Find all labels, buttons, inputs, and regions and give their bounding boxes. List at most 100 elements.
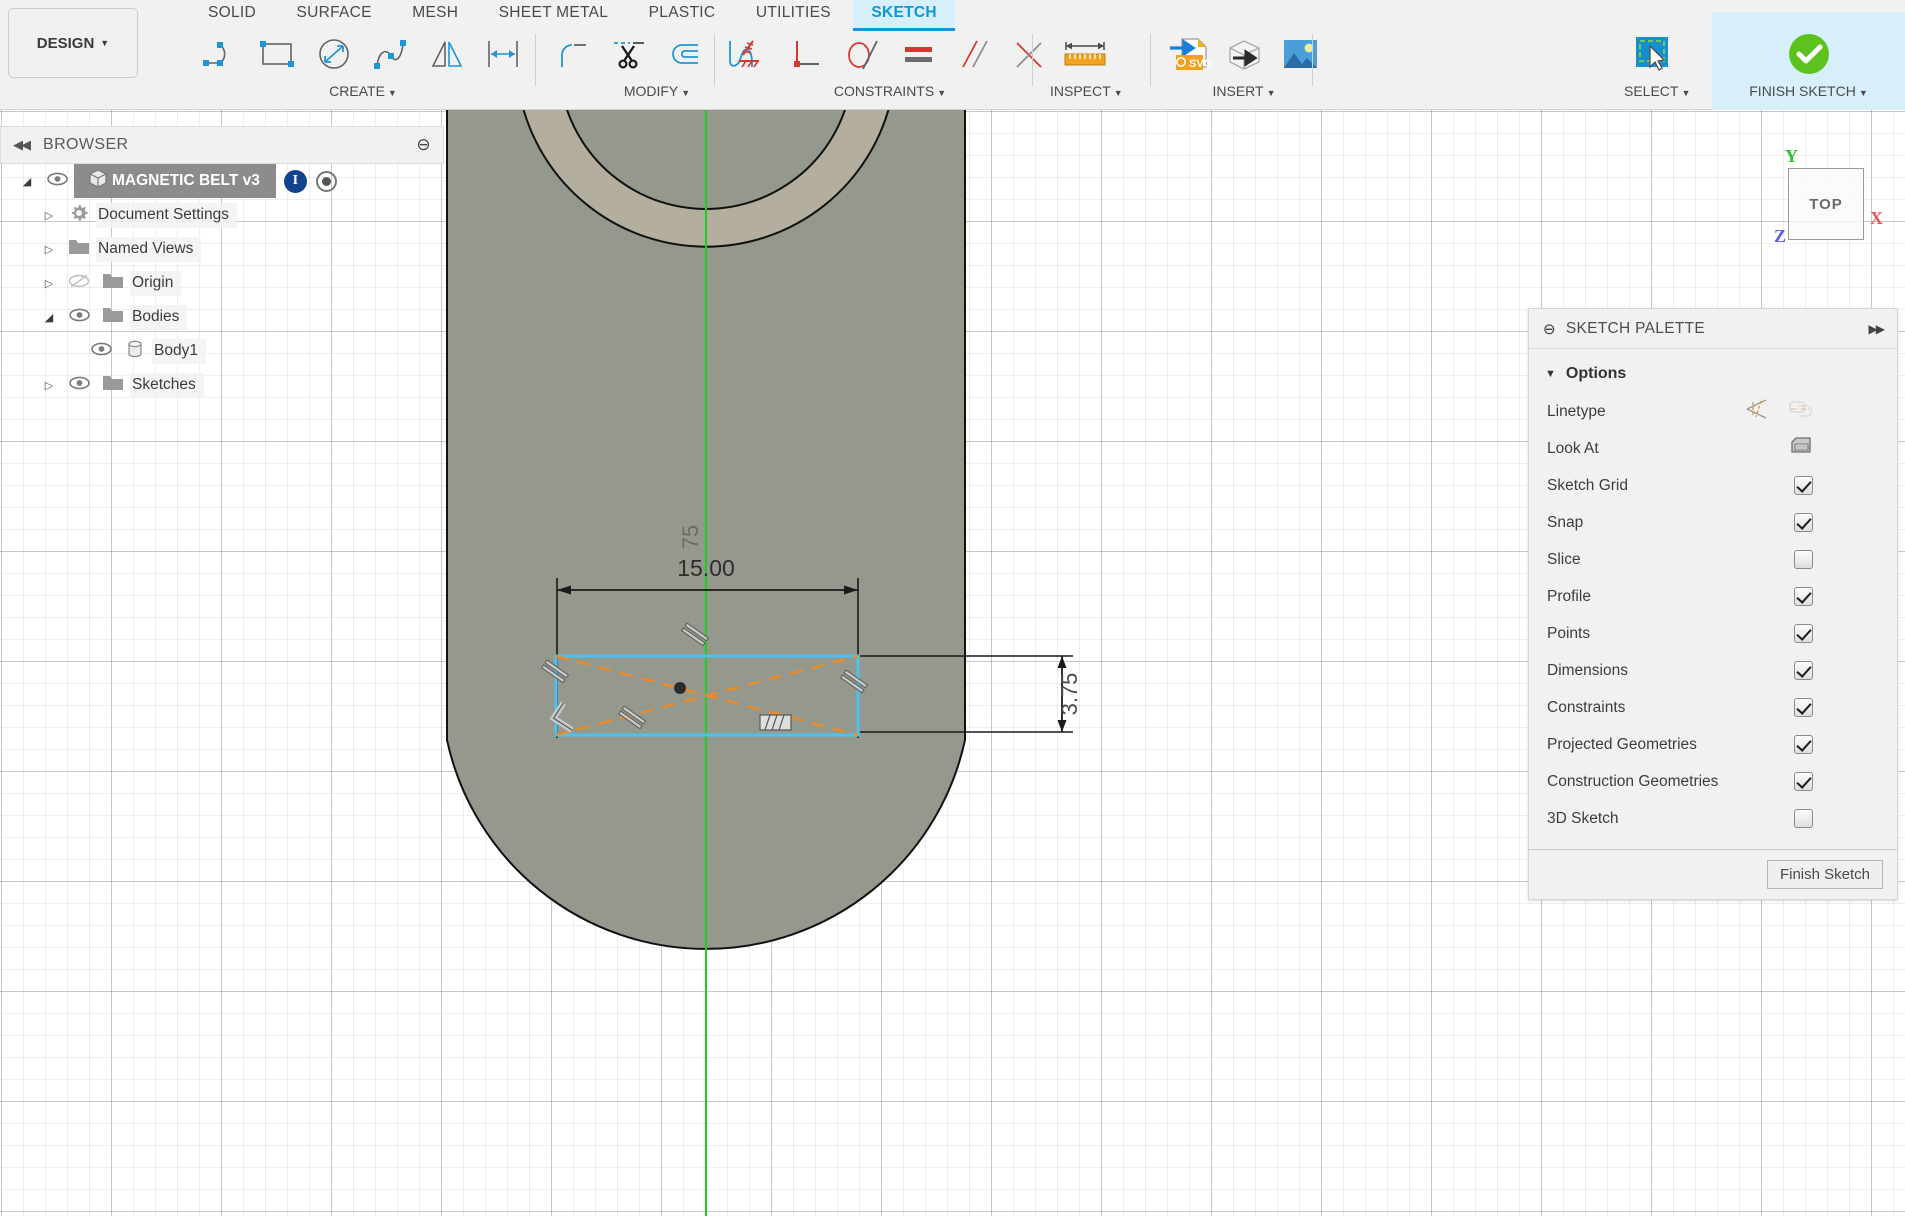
tree-node-sketches[interactable]: ▷ Sketches: [0, 368, 444, 402]
palette-row-points: Points: [1529, 615, 1897, 652]
circle-icon[interactable]: [307, 26, 363, 82]
toolbar-group-finish-sketch-label[interactable]: FINISH SKETCH ▼: [1712, 83, 1905, 99]
trim-icon[interactable]: [601, 26, 657, 82]
parallel-icon[interactable]: [946, 26, 1002, 82]
axis-label-y: Y: [1785, 146, 1798, 166]
tab-plastic[interactable]: PLASTIC: [631, 0, 734, 28]
expand-panel-icon[interactable]: ▶▶: [1869, 322, 1886, 336]
fusion360-window: DESIGN ▼ SOLID SURFACE MESH SHEET METAL …: [0, 0, 1905, 1216]
toolbar-group-insert-label[interactable]: INSERT ▼: [1160, 83, 1328, 99]
view-cube-top-face[interactable]: TOP: [1788, 168, 1864, 240]
tree-node-document-settings[interactable]: ▷ Document Settings: [0, 198, 444, 232]
body-icon: [118, 339, 152, 364]
sketch-palette-header: ⊖ SKETCH PALETTE ▶▶: [1529, 309, 1897, 349]
tree-node-bodies[interactable]: ◢ Bodies: [0, 300, 444, 334]
spline-icon[interactable]: [363, 26, 419, 82]
measure-icon[interactable]: [1050, 26, 1120, 82]
toolbar-group-finish-sketch[interactable]: FINISH SKETCH ▼: [1712, 12, 1905, 110]
equal-icon[interactable]: [890, 26, 946, 82]
expand-arrow-icon[interactable]: ▷: [36, 277, 62, 290]
dimensions-checkbox[interactable]: [1794, 661, 1813, 680]
fix-unfix-icon[interactable]: [722, 26, 778, 82]
tree-node-named-views[interactable]: ▷ Named Views: [0, 232, 444, 266]
toolbar-group-select-label[interactable]: SELECT ▼: [1624, 83, 1690, 99]
rectangle-icon[interactable]: [251, 26, 307, 82]
toolbar-divider: [714, 34, 715, 86]
line-icon[interactable]: [195, 26, 251, 82]
insert-svg-icon[interactable]: SVG: [1160, 26, 1216, 82]
toolbar-group-create-label[interactable]: CREATE ▼: [195, 83, 531, 99]
profile-checkbox[interactable]: [1794, 587, 1813, 606]
activate-component-radio[interactable]: [315, 170, 337, 192]
expand-arrow-icon[interactable]: ◢: [36, 311, 62, 324]
visibility-eye-icon[interactable]: [62, 308, 96, 327]
visibility-eye-icon[interactable]: [62, 376, 96, 395]
options-section-header[interactable]: ▼ Options: [1529, 359, 1897, 393]
expand-arrow-icon[interactable]: ◢: [14, 175, 40, 188]
tree-node-label: Document Settings: [96, 202, 237, 228]
toolbar-group-inspect-label[interactable]: INSPECT ▼: [1050, 83, 1123, 99]
axis-label-z: Z: [1774, 226, 1787, 246]
3d-sketch-checkbox[interactable]: [1794, 809, 1813, 828]
mirror-icon[interactable]: [419, 26, 475, 82]
visibility-eye-icon[interactable]: [40, 172, 74, 191]
fillet-icon[interactable]: [545, 26, 601, 82]
projected-geometries-checkbox[interactable]: [1794, 735, 1813, 754]
sketch-dimension-icon[interactable]: [475, 26, 531, 82]
tab-sheet-metal[interactable]: SHEET METAL: [481, 0, 627, 28]
toolbar-group-constraints-label[interactable]: CONSTRAINTS ▼: [722, 83, 1058, 99]
tree-node-origin[interactable]: ▷ Origin: [0, 266, 444, 300]
expand-arrow-icon[interactable]: ▷: [36, 379, 62, 392]
slice-checkbox[interactable]: [1794, 550, 1813, 569]
workspace-switcher-button[interactable]: DESIGN ▼: [8, 8, 138, 78]
sketch-grid-checkbox[interactable]: [1794, 476, 1813, 495]
tree-node-label: Named Views: [96, 236, 202, 262]
tree-node-body1[interactable]: Body1: [0, 334, 444, 368]
snap-checkbox[interactable]: [1794, 513, 1813, 532]
finish-sketch-check-icon[interactable]: [1781, 26, 1837, 82]
expand-arrow-icon[interactable]: ▷: [36, 243, 62, 256]
finish-sketch-button[interactable]: Finish Sketch: [1766, 860, 1883, 889]
palette-row-construction-geometries: Construction Geometries: [1529, 763, 1897, 800]
palette-row-label: Profile: [1547, 587, 1591, 605]
construction-geometries-checkbox[interactable]: [1794, 772, 1813, 791]
offset-icon[interactable]: [657, 26, 713, 82]
tree-node-label: Origin: [130, 270, 182, 296]
palette-row-look-at: Look At: [1529, 430, 1897, 467]
folder-icon: [96, 305, 130, 329]
view-cube[interactable]: TOP Y X Z: [1760, 146, 1900, 260]
tab-utilities[interactable]: UTILITIES: [738, 0, 849, 28]
tab-surface[interactable]: SURFACE: [278, 0, 389, 28]
insert-derive-icon[interactable]: [1216, 26, 1272, 82]
perpendicular-icon[interactable]: [778, 26, 834, 82]
sketch-palette-panel: ⊖ SKETCH PALETTE ▶▶ ▼ Options Linetype L…: [1528, 308, 1898, 900]
palette-row-label: Look At: [1547, 439, 1599, 457]
visibility-eye-hidden-icon[interactable]: [62, 273, 96, 294]
options-section-label: Options: [1565, 365, 1627, 382]
height-dimension-text: 3.75: [1057, 673, 1082, 716]
palette-row-slice: Slice: [1529, 541, 1897, 578]
tab-solid[interactable]: SOLID: [190, 0, 274, 28]
insert-image-icon[interactable]: [1272, 26, 1328, 82]
minimize-icon[interactable]: ⊖: [1543, 320, 1556, 338]
sketch-point: [674, 682, 686, 694]
tangent-icon[interactable]: [834, 26, 890, 82]
sketch-palette-body: ▼ Options Linetype Look At Sketch Grid S…: [1529, 349, 1897, 849]
select-window-icon[interactable]: [1624, 26, 1680, 82]
expand-arrow-icon[interactable]: ▷: [36, 209, 62, 222]
tab-mesh[interactable]: MESH: [394, 0, 476, 28]
folder-icon: [96, 373, 130, 397]
tree-node-label: Body1: [152, 338, 206, 364]
look-at-icon[interactable]: [1789, 435, 1813, 462]
minimize-icon[interactable]: ⊖: [416, 135, 431, 155]
component-info-badge[interactable]: I: [283, 169, 307, 193]
tree-node-magnetic-belt[interactable]: ◢ MAGNETIC BELT v3 I: [0, 164, 444, 198]
visibility-eye-icon[interactable]: [84, 342, 118, 361]
points-checkbox[interactable]: [1794, 624, 1813, 643]
construction-linetype-icon[interactable]: [1745, 398, 1769, 425]
constraints-checkbox[interactable]: [1794, 698, 1813, 717]
workspace-switcher-label: DESIGN: [36, 34, 95, 52]
centerline-linetype-icon[interactable]: [1789, 398, 1813, 425]
browser-header: ◀◀ BROWSER ⊖: [0, 126, 444, 164]
collapse-panel-icon[interactable]: ◀◀: [13, 137, 31, 153]
